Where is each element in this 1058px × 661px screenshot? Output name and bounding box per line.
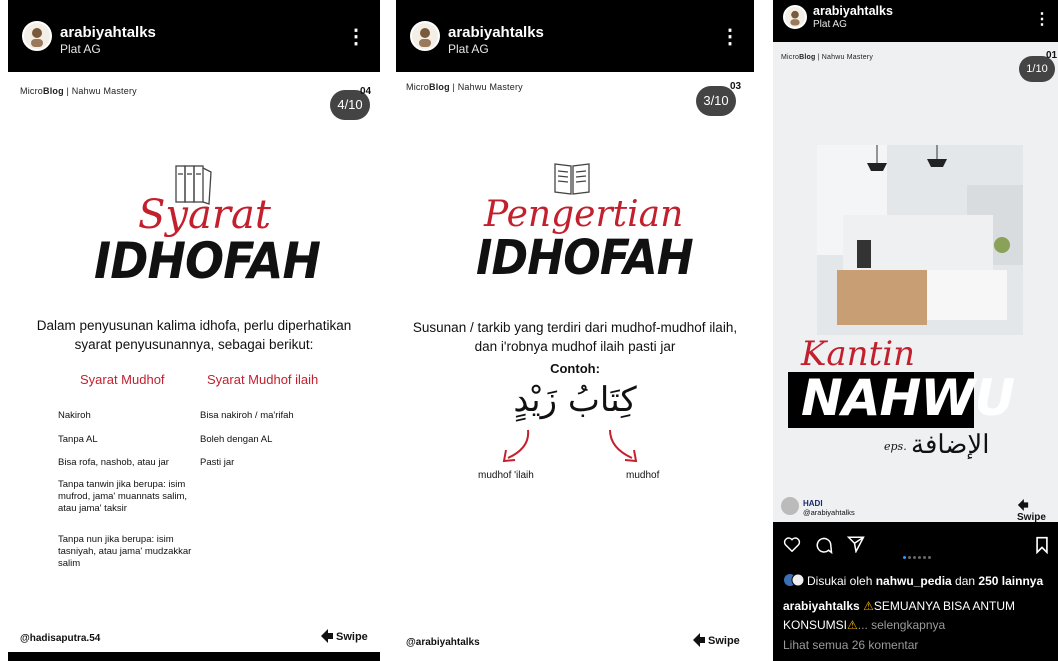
profile-subtitle: Plat AG [60,42,101,56]
bookmark-icon[interactable] [1035,536,1049,554]
brand-light: Micro [20,86,43,96]
warning-icon: ⚠ [863,599,874,613]
definition-line-1: Susunan / tarkib yang terdiri dari mudho… [412,320,738,335]
footer-handle: @arabiyahtalks [406,637,480,648]
post-header: arabiyahtalks Plat AG ⋮ [396,0,754,72]
swipe-label: Swipe [1017,512,1046,522]
brand-label: MicroBlog | Nahwu Mastery [781,54,873,61]
brand-bold: Blog [799,54,816,61]
more-options-icon[interactable]: ⋮ [720,27,740,47]
right-item: Boleh dengan AL [200,434,273,445]
left-item: Nakiroh [58,410,91,421]
slide-number: 03 [730,81,742,92]
col-left-title: Syarat Mudhof [80,372,165,387]
brand-label: MicroBlog | Nahwu Mastery [20,86,137,96]
slide-number: 04 [360,86,372,97]
intro-line-1: Dalam penyusunan kalima idhofa, perlu di… [36,318,352,333]
arabic-example: كِتَابُ زَيْدٍ [513,380,637,420]
caption-username[interactable]: arabiyahtalks [783,599,860,613]
liker-avatars [784,573,805,587]
profile-subtitle: Plat AG [813,19,847,30]
comment-icon[interactable] [815,536,833,554]
swipe-hint: Swipe [1017,498,1058,522]
kitchen-photo [817,145,1023,335]
swipe-label: Swipe [708,635,740,647]
author-avatar [781,497,799,515]
slide-number: 01 [1046,50,1058,61]
post-header: arabiyahtalks Plat AG ⋮ [8,0,380,72]
arabic-title: الإضافة [911,430,990,460]
brand-bold: Blog [43,86,64,96]
definition-line-2: dan i'robnya mudhof ilaih pasti jar [474,339,676,354]
profile-avatar[interactable] [22,21,52,51]
curved-arrow-icon [496,428,536,471]
likes-prefix: Disukai oleh [807,574,876,588]
right-item: Pasti jar [200,457,235,468]
big-title: NAHWU [801,369,1015,427]
left-item: Tanpa AL [58,434,98,445]
post-header: arabiyahtalks Plat AG ⋮ [773,0,1058,42]
brand-light: Micro [781,54,800,61]
heart-icon[interactable] [783,536,801,552]
post-caption: arabiyahtalks ⚠SEMUANYA BISA ANTUM KONSU… [783,597,1055,635]
warning-icon: ⚠ [847,618,858,632]
post-slide-syarat: arabiyahtalks Plat AG ⋮ MicroBlog | Nahw… [8,0,380,661]
share-icon[interactable] [847,535,865,553]
intro-line-2: syarat penyusunannya, sebagai berikut: [74,337,314,352]
big-title: IDHOFAH [476,230,694,286]
episode-label: eps. [884,440,907,453]
caption-more-link[interactable]: ... selengkapnya [858,618,945,632]
brand-rest: | Nahwu Mastery [815,54,874,61]
likes-user[interactable]: nahwu_pedia [876,574,952,588]
brand-label: MicroBlog | Nahwu Mastery [406,82,523,92]
bottom-bar [8,652,380,661]
author-handle: @arabiyahtalks [803,508,855,517]
view-comments-link[interactable]: Lihat semua 26 komentar [783,638,918,652]
big-title: IDHOFAH [94,232,321,290]
profile-subtitle: Plat AG [448,42,489,56]
script-title: Pengertian [484,194,684,235]
more-options-icon[interactable]: ⋮ [346,27,366,47]
post-slide-cover: arabiyahtalks Plat AG ⋮ MicroBlog | Nahw… [773,0,1058,661]
more-options-icon[interactable]: ⋮ [1034,10,1050,30]
swipe-label: Swipe [336,631,368,643]
label-mudhof-ilaih: mudhof 'ilaih [478,470,534,481]
col-right-title: Syarat Mudhof ilaih [207,372,319,387]
likes-mid: dan [951,574,979,588]
profile-username[interactable]: arabiyahtalks [813,4,893,18]
brand-rest: | Nahwu Mastery [449,82,523,92]
example-heading: Contoh: [550,361,600,376]
swipe-arrow-icon [692,633,708,647]
swipe-hint: Swipe [320,628,368,644]
brand-bold: Blog [429,82,450,92]
right-item: Bisa nakiroh / ma'rifah [200,410,294,421]
profile-username[interactable]: arabiyahtalks [60,24,156,41]
left-item: Tanpa nun jika berupa: isim tasniyah, at… [58,534,192,569]
footer-handle: @hadisaputra.54 [20,633,101,644]
carousel-dots [903,546,933,564]
left-item: Bisa rofa, nashob, atau jar [58,457,169,468]
left-item: Tanpa tanwin jika berupa: isim mufrod, j… [58,479,188,514]
brand-rest: | Nahwu Mastery [63,86,137,96]
post-slide-pengertian: arabiyahtalks Plat AG ⋮ MicroBlog | Nahw… [396,0,754,661]
curved-arrow-icon [604,428,644,471]
likes-summary[interactable]: Disukai oleh nahwu_pedia dan 250 lainnya [807,574,1043,588]
label-mudhof: mudhof [626,470,660,481]
profile-avatar[interactable] [783,5,807,29]
swipe-arrow-icon [320,629,336,643]
profile-avatar[interactable] [410,21,440,51]
profile-username[interactable]: arabiyahtalks [448,24,544,41]
author-name: HADI [803,499,823,508]
likes-count[interactable]: 250 lainnya [978,574,1043,588]
brand-light: Micro [406,82,429,92]
post-image[interactable]: MicroBlog | Nahwu Mastery 1/10 01 Kantin [773,42,1058,522]
swipe-hint: Swipe [692,632,740,648]
script-title: Kantin [801,334,916,374]
swipe-arrow-icon [1017,499,1031,511]
